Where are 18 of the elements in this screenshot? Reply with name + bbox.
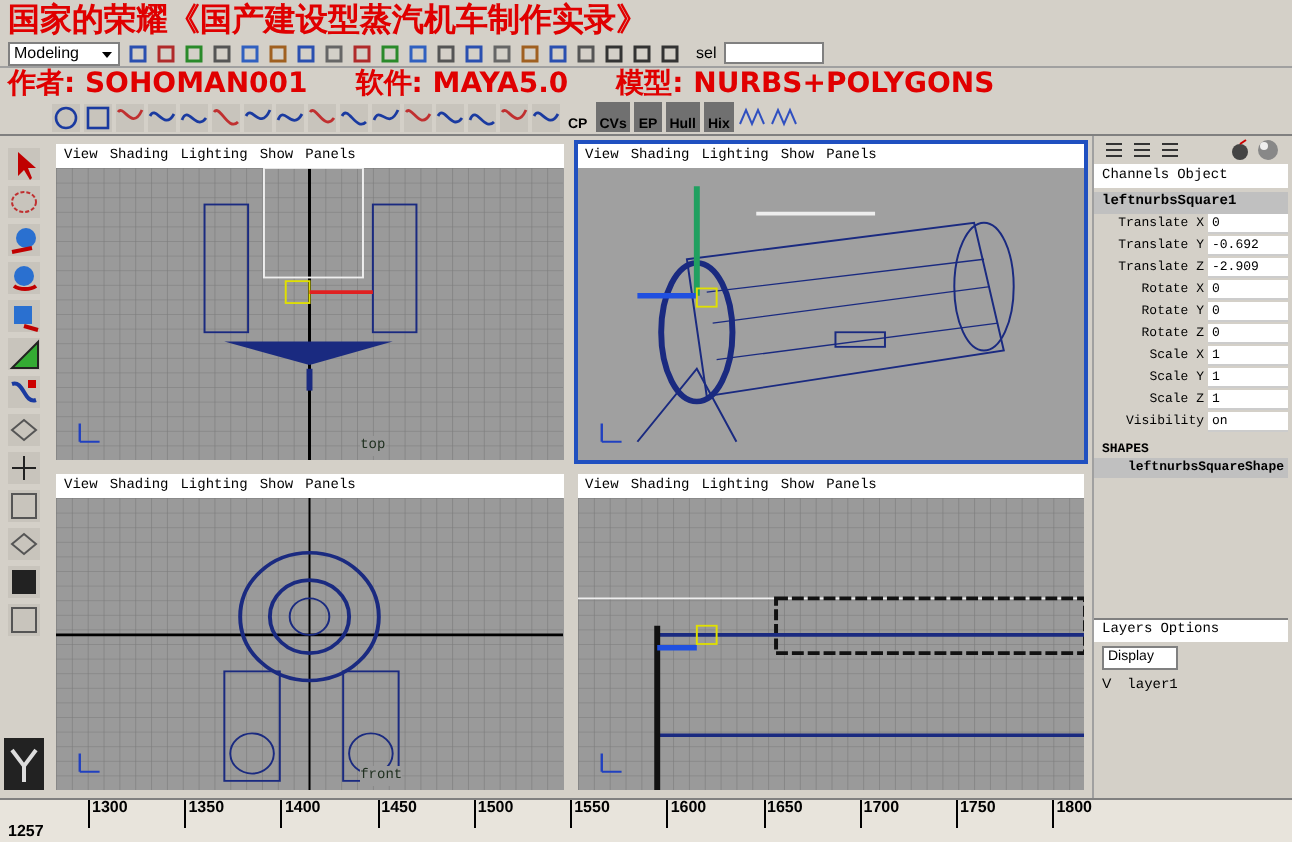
frame-number: 1700	[859, 800, 900, 828]
frame-number: 1650	[763, 800, 803, 828]
frame-number: 1800	[1052, 800, 1092, 828]
selection-label: sel	[696, 41, 717, 65]
overlay-title: 国家的荣耀《国产建设型蒸汽机车制作实录》	[8, 0, 648, 40]
overlay-credit: 模型: NURBS+POLYGONS	[616, 68, 995, 100]
frame-number: 1350	[184, 800, 225, 828]
frame-number: 1300	[88, 800, 128, 828]
frame-number: 1500	[473, 800, 514, 828]
mode-dropdown[interactable]: Modeling	[8, 41, 120, 65]
frame-number: 1550	[570, 800, 610, 828]
current-frame: 1257	[8, 820, 44, 842]
frame-number: 1750	[955, 800, 996, 828]
overlay-credit: 作者: SOHOMAN001	[8, 68, 308, 100]
frame-number: 1600	[666, 800, 707, 828]
overlay-credit: 软件: MAYA5.0	[355, 68, 569, 100]
frame-number: 1400	[280, 800, 321, 828]
frame-number: 1450	[377, 800, 417, 828]
